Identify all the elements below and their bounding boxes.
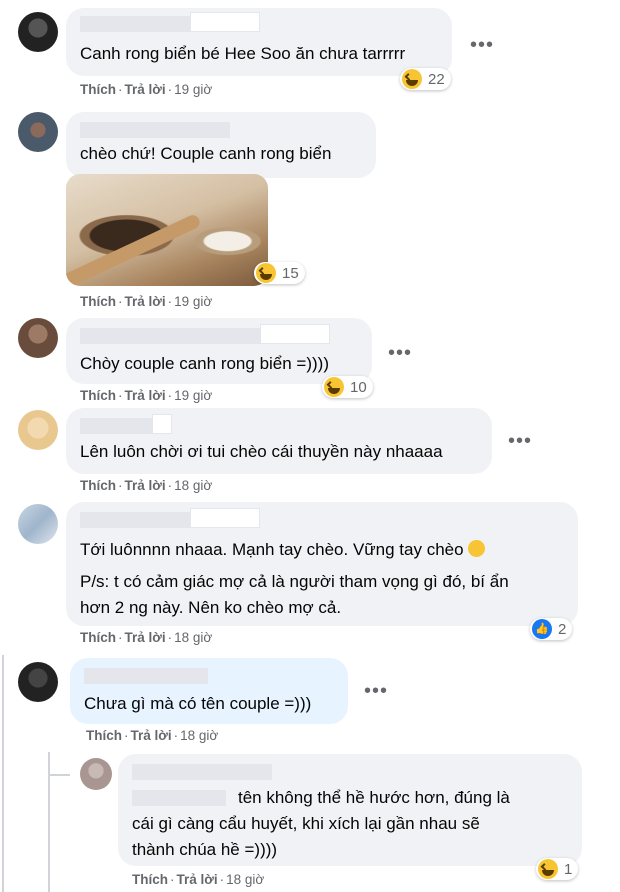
reply-connector — [48, 752, 50, 892]
like-link[interactable]: Thích — [80, 294, 116, 309]
like-link[interactable]: Thích — [80, 630, 116, 645]
more-icon[interactable]: ••• — [388, 343, 412, 363]
avatar[interactable] — [80, 758, 112, 790]
smile-emoji-icon — [467, 540, 485, 557]
redacted-name[interactable] — [80, 324, 330, 344]
reply-link[interactable]: Trả lời — [125, 630, 166, 645]
comment-actions: Thích · Trả lời · 18 giờ — [80, 630, 213, 645]
thread-line — [2, 655, 4, 892]
comment-bubble: Canh rong biển bé Hee Soo ăn chưa tarrrr… — [66, 8, 452, 76]
more-icon[interactable]: ••• — [470, 35, 494, 55]
avatar[interactable] — [18, 12, 58, 52]
comment-actions: Thích · Trả lời · 19 giờ — [80, 388, 213, 403]
reaction-count[interactable]: 👍 2 — [530, 618, 573, 640]
comment-text: thành chúa hề =)))) — [132, 840, 278, 859]
reaction-count[interactable]: 22 — [400, 68, 451, 90]
comment-bubble: Lên luôn chời ơi tui chèo cái thuyền này… — [66, 408, 492, 474]
comment-bubble: tên không thể hề hước hơn, đúng là cái g… — [118, 754, 582, 866]
redacted-name[interactable] — [132, 764, 272, 780]
haha-reaction-icon — [402, 69, 422, 89]
timestamp[interactable]: 18 giờ — [226, 872, 264, 887]
reply-link[interactable]: Trả lời — [125, 82, 166, 97]
avatar[interactable] — [18, 662, 58, 702]
comment-bubble: chèo chứ! Couple canh rong biển — [66, 112, 376, 178]
comment-text: Chòy couple canh rong biển =)))) — [80, 354, 329, 373]
reply-link[interactable]: Trả lời — [177, 872, 218, 887]
comment-text: hơn 2 ng này. Nên ko chèo mợ cả. — [80, 598, 342, 617]
comment-photo[interactable] — [66, 174, 268, 286]
comment-text: cái gì càng cẩu huyết, khi xích lại gần … — [132, 814, 480, 833]
avatar[interactable] — [18, 112, 58, 152]
like-link[interactable]: Thích — [132, 872, 168, 887]
like-link[interactable]: Thích — [86, 728, 122, 743]
timestamp[interactable]: 19 giờ — [174, 82, 212, 97]
redacted-name[interactable] — [80, 122, 230, 138]
comment-text: Canh rong biển bé Hee Soo ăn chưa tarrrr… — [80, 44, 406, 63]
redacted-name[interactable] — [80, 508, 260, 528]
timestamp[interactable]: 19 giờ — [174, 388, 212, 403]
comment-text: Tới luônnnn nhaaa. Mạnh tay chèo. Vững t… — [80, 536, 485, 563]
comment-actions: Thích · Trả lời · 18 giờ — [86, 728, 219, 743]
comment-text: Lên luôn chời ơi tui chèo cái thuyền này… — [80, 442, 443, 461]
reply-link[interactable]: Trả lời — [125, 294, 166, 309]
like-link[interactable]: Thích — [80, 388, 116, 403]
like-link[interactable]: Thích — [80, 82, 116, 97]
haha-reaction-icon — [324, 377, 344, 397]
timestamp[interactable]: 18 giờ — [174, 478, 212, 493]
more-icon[interactable]: ••• — [364, 681, 388, 701]
timestamp[interactable]: 18 giờ — [174, 630, 212, 645]
comment-actions: Thích · Trả lời · 19 giờ — [80, 82, 213, 97]
more-icon[interactable]: ••• — [508, 431, 532, 451]
reaction-count[interactable]: 15 — [254, 262, 305, 284]
comment-bubble: Chòy couple canh rong biển =)))) — [66, 318, 372, 384]
comment-actions: Thích · Trả lời · 18 giờ — [132, 872, 265, 887]
reply-link[interactable]: Trả lời — [125, 388, 166, 403]
avatar[interactable] — [18, 410, 58, 450]
redacted-name[interactable] — [132, 790, 226, 806]
like-link[interactable]: Thích — [80, 478, 116, 493]
timestamp[interactable]: 18 giờ — [180, 728, 218, 743]
reaction-count[interactable]: 1 — [536, 858, 579, 880]
haha-reaction-icon — [538, 859, 558, 879]
reaction-count[interactable]: 10 — [322, 376, 373, 398]
avatar[interactable] — [18, 504, 58, 544]
haha-reaction-icon — [256, 263, 276, 283]
reply-link[interactable]: Trả lời — [131, 728, 172, 743]
comment-text: chèo chứ! Couple canh rong biển — [80, 144, 332, 163]
timestamp[interactable]: 19 giờ — [174, 294, 212, 309]
redacted-name[interactable] — [80, 12, 260, 32]
reply-link[interactable]: Trả lời — [125, 478, 166, 493]
comment-text: tên không thể hề hước hơn, đúng là — [238, 788, 510, 807]
comment-bubble: Tới luônnnn nhaaa. Mạnh tay chèo. Vững t… — [66, 502, 578, 626]
comment-bubble: Chưa gì mà có tên couple =))) — [70, 658, 348, 724]
like-reaction-icon: 👍 — [532, 619, 552, 639]
comment-actions: Thích · Trả lời · 18 giờ — [80, 478, 213, 493]
redacted-name[interactable] — [80, 414, 172, 434]
avatar[interactable] — [18, 318, 58, 358]
reply-connector — [48, 774, 70, 776]
comment-actions: Thích · Trả lời · 19 giờ — [80, 294, 213, 309]
redacted-name[interactable] — [84, 668, 208, 684]
comment-text: Chưa gì mà có tên couple =))) — [84, 694, 312, 713]
comment-text: P/s: t có cảm giác mợ cả là người tham v… — [80, 572, 509, 591]
